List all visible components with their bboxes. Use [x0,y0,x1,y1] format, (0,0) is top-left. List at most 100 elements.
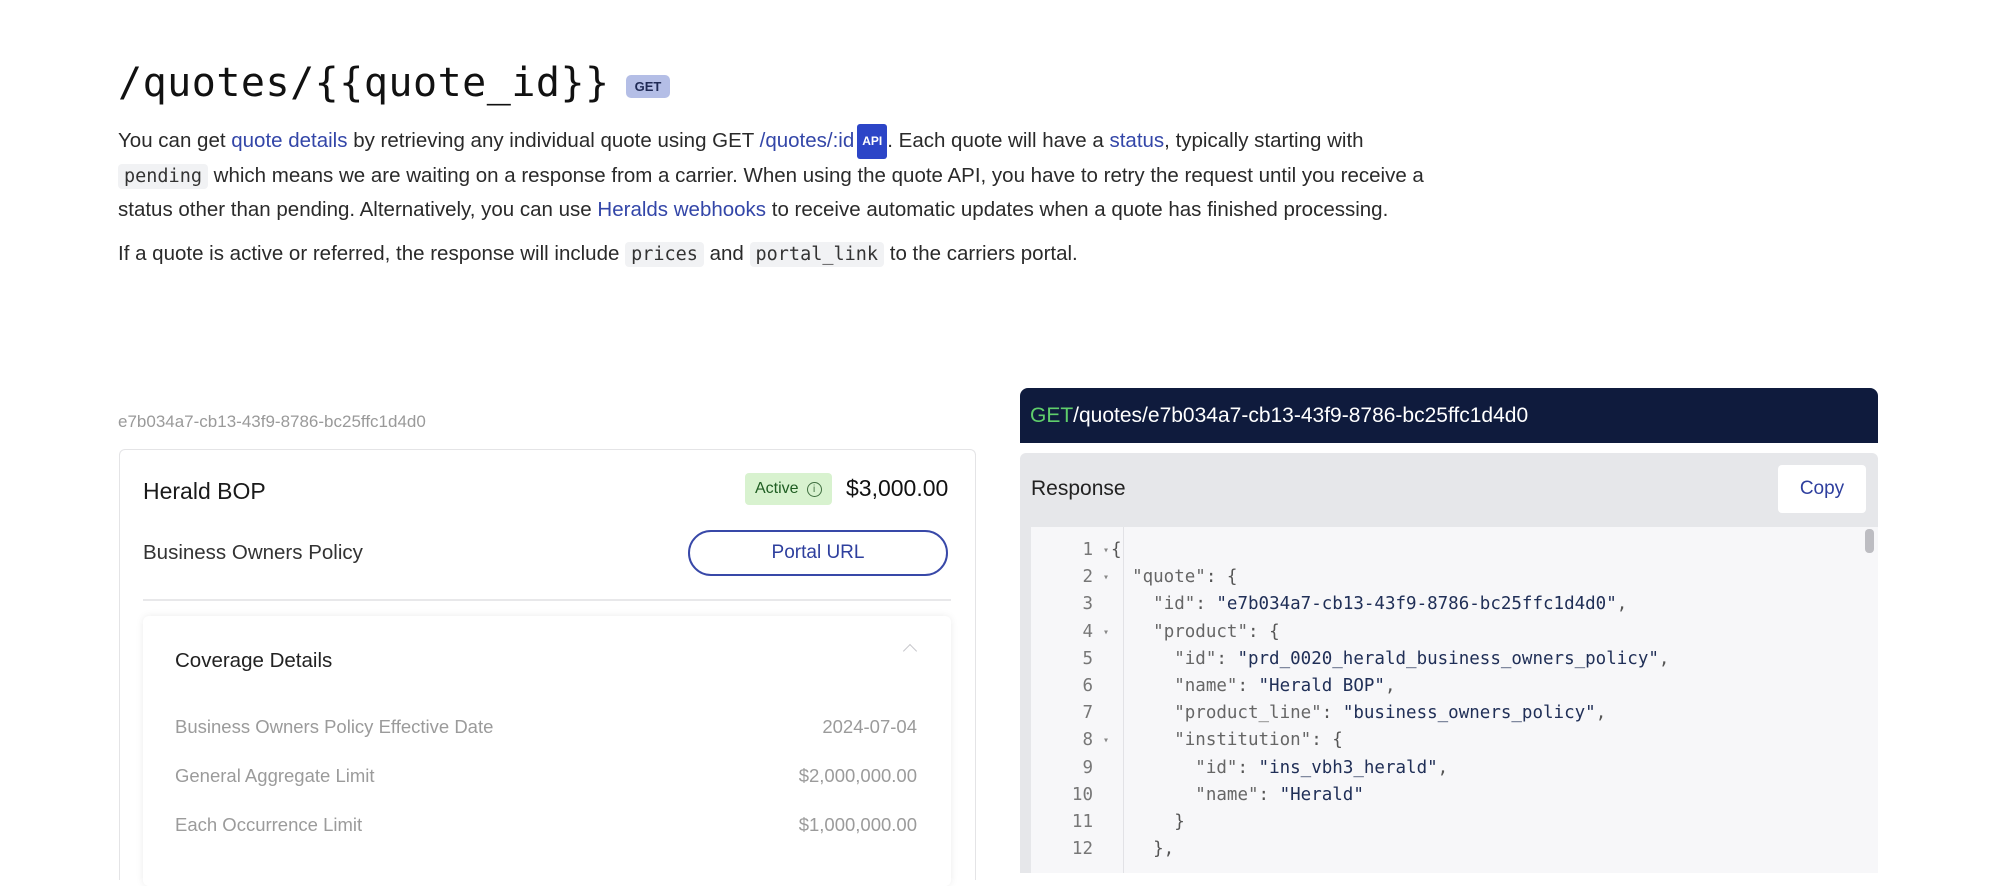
json-key: "id" [1195,757,1238,778]
line-number-text: 1 [1082,540,1093,560]
code-line: "id": "prd_0020_herald_business_owners_p… [1174,648,1670,669]
code-line: } [1111,811,1185,832]
page-heading: /quotes/{{quote_id}} GET [118,60,671,106]
json-string-value: "ins_vbh3_herald" [1258,757,1438,778]
code-line: "name": "Herald" [1195,784,1364,805]
line-number: 7 [1031,700,1093,727]
coverage-value: $1,000,000.00 [798,814,917,835]
line-number-text: 4 [1082,621,1093,642]
code-line: "id": "e7b034a7-cb13-43f9-8786-bc25ffc1d… [1153,594,1628,615]
json-string-value: "Herald BOP" [1258,675,1385,696]
intro-text-segment: to the carriers portal. [884,242,1078,265]
fold-toggle-icon[interactable]: ▾ [1103,619,1109,646]
code-lines: { "quote": { "id": "e7b034a7-cb13-43f9-8… [1111,537,1669,863]
line-numbers: 1 ▾ 2 ▾ 3 4 ▾ 5 6 7 8 ▾ 9 10 11 12 [1031,537,1109,863]
fold-toggle-icon[interactable]: ▾ [1103,727,1109,754]
code-line: "institution": { [1174,730,1343,751]
line-number: 4 ▾ [1031,619,1109,646]
coverage-row: Each Occurrence Limit $1,000,000.00 [175,814,917,836]
divider [143,599,951,601]
request-bar: GET/quotes/e7b034a7-cb13-43f9-8786-bc25f… [1020,388,1878,443]
json-string-value: "prd_0020_herald_business_owners_policy" [1237,648,1659,669]
response-panel: Response Copy 1 ▾ 2 ▾ 3 4 ▾ 5 6 7 8 ▾ 9 10 11 12 { "quo… [1020,453,1878,873]
info-icon[interactable]: i [806,481,822,497]
code-line: "product_line": "business_owners_policy"… [1174,703,1607,724]
coverage-row: Business Owners Policy Effective Date 20… [175,716,917,738]
request-method: GET [1030,403,1074,427]
api-badge: API [857,124,888,159]
coverage-title: Coverage Details [175,649,333,672]
coverage-value: 2024-07-04 [822,716,917,737]
chevron-up-icon[interactable] [902,643,918,659]
line-number-text: 9 [1082,757,1093,778]
quotes-id-link[interactable]: /quotes/:id [760,129,855,152]
json-key: "quote" [1132,567,1206,588]
line-number-text: 10 [1071,784,1093,805]
intro-paragraph-2: If a quote is active or referred, the re… [118,237,1448,271]
json-string-value: "business_owners_policy" [1342,703,1596,724]
method-badge: GET [625,74,671,98]
json-key: "id" [1174,648,1217,669]
intro-text-segment: If a quote is active or referred, the re… [118,242,626,265]
code-line: "name": "Herald BOP", [1174,675,1396,696]
json-key: "product" [1153,621,1248,642]
line-number: 6 [1031,673,1093,700]
code-line: { [1111,540,1122,560]
intro-paragraph-1: You can get quote details by retrieving … [118,124,1448,226]
json-key: "institution" [1174,730,1312,751]
json-string-value: "e7b034a7-cb13-43f9-8786-bc25ffc1d4d0" [1216,594,1617,615]
code-line: "id": "ins_vbh3_herald", [1195,757,1449,778]
line-number: 2 ▾ [1031,564,1109,591]
line-number: 9 [1031,755,1093,782]
line-number: 8 ▾ [1031,727,1109,754]
code-line: "product": { [1153,621,1280,642]
scrollbar[interactable] [1865,529,1874,553]
code-line: "quote": { [1132,567,1238,588]
coverage-value: $2,000,000.00 [798,765,917,786]
coverage-label: Each Occurrence Limit [175,814,363,835]
line-number-text: 7 [1082,703,1093,724]
line-number-text: 5 [1082,648,1093,669]
line-number: 11 [1031,809,1093,836]
response-title: Response [1031,477,1126,500]
coverage-label: General Aggregate Limit [175,765,375,786]
line-number-text: 2 [1082,567,1093,588]
code-line: }, [1111,839,1175,860]
product-line: Business Owners Policy [143,541,363,564]
line-number-text: 12 [1071,839,1093,860]
quote-details-link[interactable]: quote details [231,129,347,152]
line-number-text: 6 [1082,675,1093,696]
json-key: "name" [1195,784,1259,805]
intro-text-segment: to receive automatic updates when a quot… [766,198,1389,221]
status-link[interactable]: status [1109,129,1164,152]
coverage-details-panel: Coverage Details Business Owners Policy … [143,616,951,886]
code-editor[interactable]: 1 ▾ 2 ▾ 3 4 ▾ 5 6 7 8 ▾ 9 10 11 12 { "quote": { "id": "… [1031,527,1878,873]
intro-text-segment: . Each quote will have a [887,129,1110,152]
line-number: 5 [1031,646,1093,673]
fold-toggle-icon[interactable]: ▾ [1103,564,1109,591]
inline-code-portal-link: portal_link [749,242,885,267]
intro-text: You can get quote details by retrieving … [118,124,1448,282]
webhooks-link[interactable]: Heralds webhooks [597,198,766,221]
coverage-row: General Aggregate Limit $2,000,000.00 [175,765,917,787]
request-path: /quotes/e7b034a7-cb13-43f9-8786-bc25ffc1… [1073,403,1529,427]
line-number: 3 [1031,591,1093,618]
inline-code-pending: pending [118,164,208,189]
portal-url-button[interactable]: Portal URL [688,530,948,576]
intro-text-segment: and [703,242,750,265]
fold-toggle-icon[interactable]: ▾ [1103,537,1109,564]
quote-card: Herald BOP Active i $3,000.00 Business O… [119,449,976,886]
inline-code-prices: prices [625,242,704,267]
status-badge: Active i [745,473,832,505]
quote-id-label: e7b034a7-cb13-43f9-8786-bc25ffc1d4d0 [118,412,426,431]
line-number: 10 [1031,782,1093,809]
status-label: Active [755,480,799,497]
coverage-label: Business Owners Policy Effective Date [175,716,494,737]
copy-button[interactable]: Copy [1778,465,1866,513]
line-number-text: 3 [1082,594,1093,615]
intro-text-segment: , typically starting with [1164,129,1364,152]
json-key: "product_line" [1174,703,1322,724]
line-number-text: 8 [1082,730,1093,751]
json-key: "id" [1153,594,1196,615]
line-number: 12 [1031,836,1093,863]
